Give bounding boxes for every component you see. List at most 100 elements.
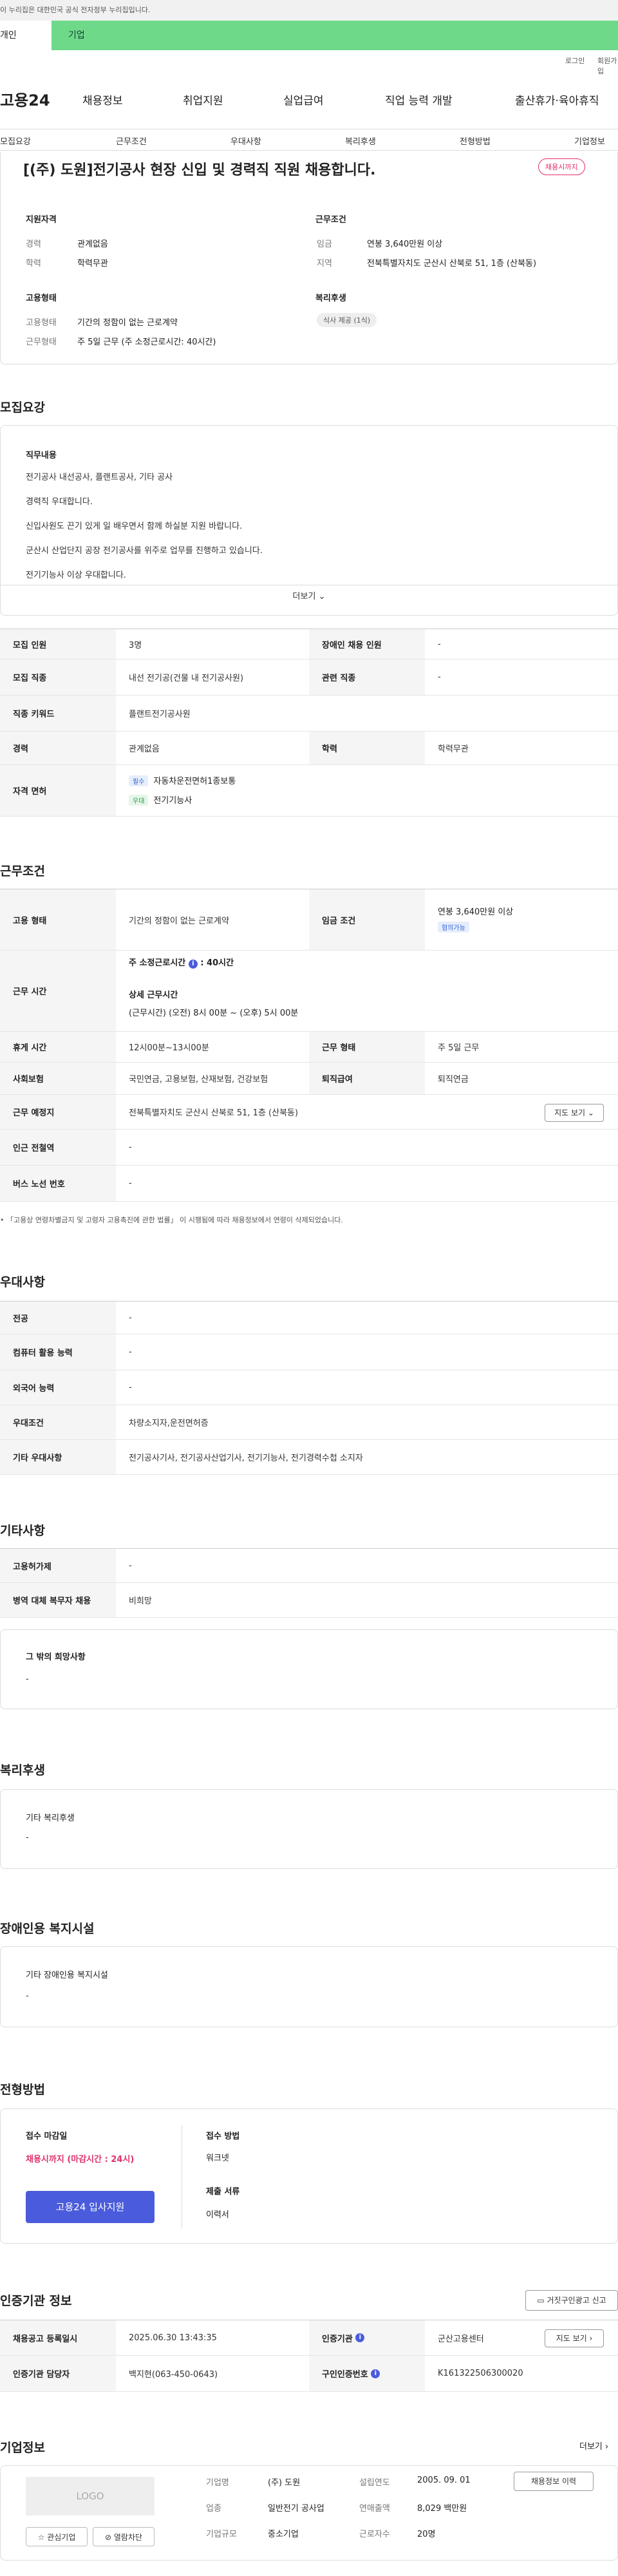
tab-personal[interactable]: 개인: [0, 21, 52, 50]
wish-card: [0, 1629, 618, 1709]
military-value: 비희망: [129, 1596, 152, 1606]
bus-value: -: [129, 1179, 132, 1188]
industry-value: 일반전기 공사업: [268, 2504, 324, 2514]
section-nav-recruit[interactable]: 모집요강: [0, 135, 31, 147]
staff-value: 20명: [417, 2530, 436, 2539]
conditions-heading: 근무조건: [0, 864, 45, 878]
region-label: 지역: [317, 259, 332, 269]
license-name: 자동차운전면허1종보통: [153, 777, 236, 786]
favorite-company-button[interactable]: ☆ 관심기업: [26, 2527, 88, 2546]
join-link[interactable]: 회원가입: [597, 55, 618, 76]
process-card: [0, 2108, 618, 2244]
more-label: 더보기: [292, 592, 316, 601]
etc-heading: 기타사항: [0, 1524, 45, 1538]
company-more-link[interactable]: 더보기 ›: [579, 2439, 608, 2452]
gnb-item-jobs[interactable]: 채용정보: [82, 91, 123, 108]
chevron-right-icon: ›: [589, 2334, 593, 2343]
table-row: 모집 직종 내선 전기공(건물 내 전기공사원) 관련 직종 -: [0, 659, 618, 696]
manager-key: 인증기관 담당자: [0, 2356, 116, 2391]
keyword-value: 플랜트전기공사원: [129, 710, 191, 719]
region-value: 전북특별자치도 군산시 산북로 51, 1층 (산북동): [367, 259, 537, 269]
map-view-button[interactable]: 지도 보기 ⌄: [545, 1104, 604, 1122]
gnb-item-parental-leave[interactable]: 출산휴가·육아휴직: [515, 91, 599, 108]
apply-button[interactable]: 고용24 입사지원: [26, 2191, 154, 2223]
pc-value: -: [129, 1347, 132, 1357]
manager-value: 백지현(063-450-0643): [129, 2370, 218, 2380]
chevron-down-icon: ⌄: [318, 592, 326, 601]
duty-more-button[interactable]: 더보기 ⌄: [0, 585, 618, 608]
license-key: 자격 면허: [0, 765, 116, 816]
agency-key-label: 인증기관: [322, 2334, 353, 2344]
hours-sub-value: (근무시간) (오전) 8시 00분 ~ (오후) 5시 00분: [129, 1009, 299, 1018]
section-nav-welfare[interactable]: 복리후생: [345, 135, 376, 147]
table-row: 고용허가제 -: [0, 1548, 618, 1583]
work-type-key: 근무형태: [26, 337, 57, 347]
info-icon[interactable]: i: [371, 2369, 380, 2378]
duty-line: 전기기능사 이상 우대합니다.: [26, 571, 126, 580]
job-history-button[interactable]: 채용정보 이력: [514, 2472, 594, 2491]
auth-key: 구인인증번호 i: [309, 2356, 425, 2391]
info-icon[interactable]: i: [355, 2333, 365, 2342]
process-heading: 전형방법: [0, 2083, 45, 2097]
career-label: 경력: [26, 240, 41, 249]
hours-main-value: : 40시간: [200, 958, 234, 968]
gnb-item-job-training[interactable]: 직업 능력 개발: [385, 91, 453, 108]
method-value: 워크넷: [206, 2154, 229, 2163]
career-value: 관계없음: [129, 744, 160, 754]
table-row: 컴퓨터 활용 능력 -: [0, 1334, 618, 1370]
qualification-label: 지원자격: [26, 215, 57, 225]
fav-label: 관심기업: [47, 2533, 76, 2542]
company-name-key: 기업명: [206, 2478, 229, 2488]
gnb-item-unemployment-benefit[interactable]: 실업급여: [283, 91, 324, 108]
duty-line: 군산시 산업단지 공장 전기공사를 위주로 업무를 진행하고 있습니다.: [26, 546, 263, 556]
report-fake-ad-button[interactable]: ▭ 거짓구인광고 신고: [525, 2290, 618, 2311]
section-nav-preference[interactable]: 우대사항: [230, 135, 261, 147]
major-key: 전공: [0, 1302, 116, 1334]
info-icon[interactable]: i: [188, 960, 198, 969]
hours-main: 주 소정근로시간 i : 40시간: [129, 956, 234, 969]
table-row: 우대조건 차량소지자,운전면허증: [0, 1405, 618, 1440]
duty-line: 경력직 우대합니다.: [26, 497, 93, 507]
sales-value: 8,029 백만원: [417, 2504, 467, 2514]
pref-etc-key: 기타 우대사항: [0, 1440, 116, 1474]
table-row: 전공 -: [0, 1301, 618, 1334]
note-text: 「고용상 연령차별금지 및 고령자 고용촉진에 관한 법률」 이 시행됨에 따라…: [6, 1216, 343, 1224]
disability-card: [0, 1946, 618, 2027]
agency-value: 군산고용센터: [438, 2334, 484, 2344]
tab-company[interactable]: 기업: [52, 21, 618, 50]
report-icon: ▭: [537, 2296, 545, 2305]
wage-negotiable-tag: 협의가능: [438, 922, 474, 933]
site-logo[interactable]: 고용24: [0, 88, 50, 110]
edu-value: 학력무관: [438, 744, 469, 754]
license-item: 우대 전기기능사: [129, 793, 192, 806]
report-label: 거짓구인광고 신고: [547, 2296, 606, 2305]
section-nav-conditions[interactable]: 근무조건: [116, 135, 147, 147]
table-row: 휴게 시간 12시00분~13시00분 근무 형태 주 5일 근무: [0, 1032, 618, 1063]
method-label: 접수 방법: [206, 2132, 240, 2141]
table-row: 직종 키워드 플랜트전기공사원: [0, 696, 618, 732]
insurance-key: 사회보험: [0, 1063, 116, 1094]
deadline-label: 접수 마감일: [26, 2132, 68, 2141]
gnb-item-employment-support[interactable]: 취업지원: [183, 91, 223, 108]
required-tag: 필수: [129, 775, 149, 786]
count-key: 모집 인원: [0, 629, 116, 659]
chevron-down-icon: ⌄: [587, 1108, 594, 1117]
section-nav-process[interactable]: 전형방법: [460, 135, 491, 147]
conditions-label: 근무조건: [315, 215, 346, 225]
block-view-button[interactable]: ⊘ 열람차단: [93, 2527, 154, 2546]
job-title: [(주) 도원]전기공사 현장 신입 및 경력직 직원 채용합니다.: [23, 162, 376, 178]
section-nav-company[interactable]: 기업정보: [574, 135, 605, 147]
license-name: 전기기능사: [153, 796, 192, 806]
employment-type-label: 고용형태: [26, 294, 57, 303]
agency-map-button[interactable]: 지도 보기 ›: [545, 2329, 604, 2347]
related-value: -: [438, 672, 441, 682]
emp-type-key: 고용형태: [26, 318, 57, 328]
table-row: 채용공고 등록일시 2025.06.30 13:43:35 인증기관 i 군산고…: [0, 2320, 618, 2356]
license-item: 필수 자동차운전면허1종보통: [129, 774, 236, 786]
block-icon: ⊘: [104, 2533, 112, 2542]
login-link[interactable]: 로그인: [565, 55, 585, 66]
pref-cond-value: 차량소지자,운전면허증: [129, 1419, 209, 1428]
industry-key: 업종: [206, 2504, 221, 2514]
permit-key: 고용허가제: [0, 1549, 116, 1582]
table-row: 기타 우대사항 전기공사기사, 전기공사산업기사, 전기기능사, 전기경력수첩 …: [0, 1440, 618, 1475]
